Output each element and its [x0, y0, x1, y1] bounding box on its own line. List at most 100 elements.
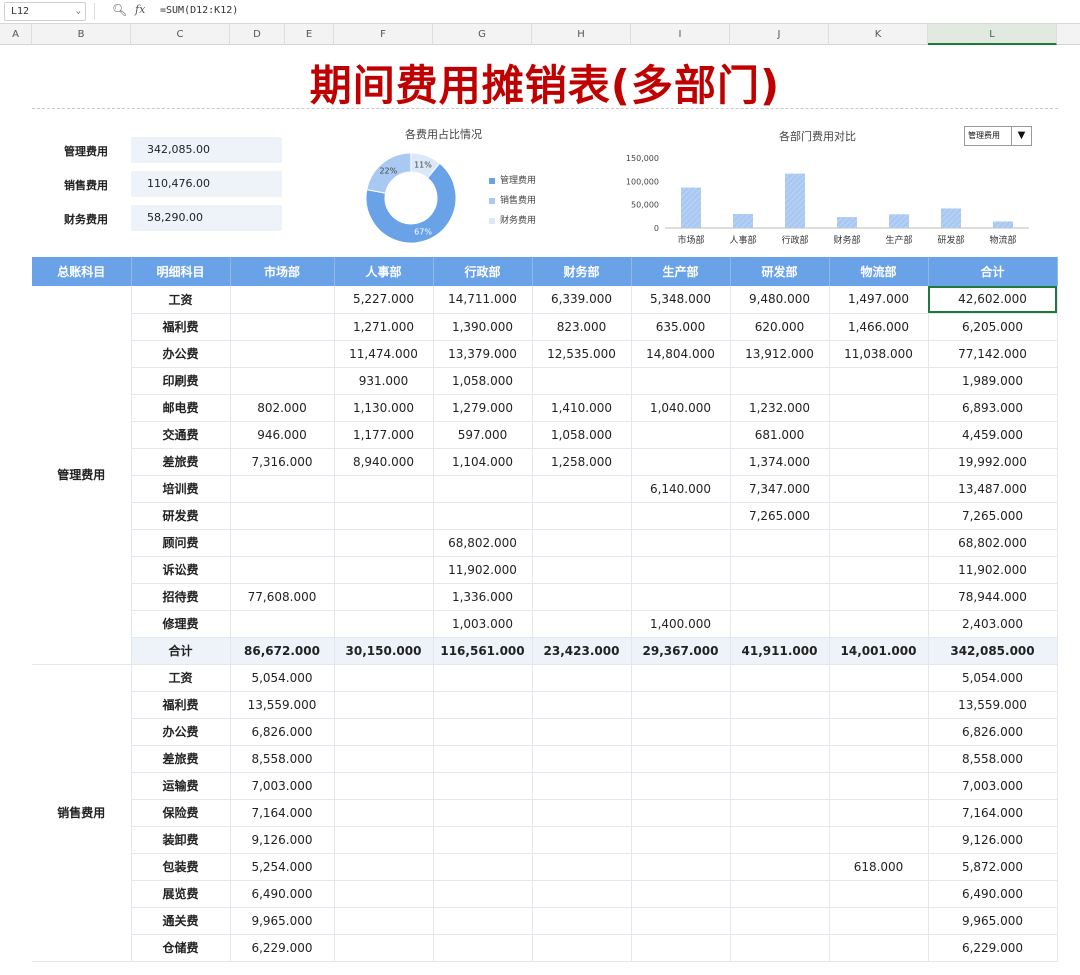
value-cell[interactable]: 78,944.000 — [928, 583, 1058, 611]
formula-input[interactable]: =SUM(D12:K12) — [160, 3, 238, 19]
subject-cell[interactable]: 研发费 — [131, 502, 231, 530]
subject-cell[interactable]: 培训费 — [131, 475, 231, 503]
value-cell[interactable]: 13,559.000 — [928, 691, 1058, 719]
value-cell[interactable] — [532, 556, 632, 584]
value-cell[interactable]: 6,339.000 — [532, 286, 632, 314]
value-cell[interactable]: 7,003.000 — [230, 772, 335, 800]
subject-cell[interactable]: 招待费 — [131, 583, 231, 611]
value-cell[interactable] — [532, 691, 632, 719]
subtotal-cell[interactable]: 86,672.000 — [230, 637, 335, 665]
chevron-down-icon[interactable]: ⌄ — [76, 3, 81, 20]
value-cell[interactable]: 11,474.000 — [334, 340, 434, 368]
value-cell[interactable]: 1,058.000 — [532, 421, 632, 449]
value-cell[interactable]: 1,374.000 — [730, 448, 830, 476]
column-header-l[interactable]: L — [928, 24, 1057, 45]
value-cell[interactable]: 11,038.000 — [829, 340, 929, 368]
value-cell[interactable]: 6,826.000 — [928, 718, 1058, 746]
value-cell[interactable] — [334, 664, 434, 692]
value-cell[interactable]: 1,390.000 — [433, 313, 533, 341]
value-cell[interactable] — [829, 691, 929, 719]
value-cell[interactable] — [433, 826, 533, 854]
value-cell[interactable] — [730, 907, 830, 935]
value-cell[interactable]: 19,992.000 — [928, 448, 1058, 476]
value-cell[interactable]: 1,104.000 — [433, 448, 533, 476]
value-cell[interactable]: 5,054.000 — [928, 664, 1058, 692]
value-cell[interactable]: 1,232.000 — [730, 394, 830, 422]
subject-cell[interactable]: 交通费 — [131, 421, 231, 449]
value-cell[interactable]: 7,347.000 — [730, 475, 830, 503]
value-cell[interactable]: 1,989.000 — [928, 367, 1058, 395]
value-cell[interactable] — [334, 610, 434, 638]
value-cell[interactable]: 12,535.000 — [532, 340, 632, 368]
value-cell[interactable]: 7,265.000 — [928, 502, 1058, 530]
subtotal-label[interactable]: 合计 — [131, 637, 231, 665]
value-cell[interactable]: 1,271.000 — [334, 313, 434, 341]
value-cell[interactable] — [532, 880, 632, 908]
value-cell[interactable] — [730, 772, 830, 800]
value-cell[interactable] — [631, 853, 731, 881]
subject-cell[interactable]: 办公费 — [131, 718, 231, 746]
value-cell[interactable] — [730, 529, 830, 557]
value-cell[interactable] — [730, 718, 830, 746]
value-cell[interactable]: 1,058.000 — [433, 367, 533, 395]
value-cell[interactable] — [334, 853, 434, 881]
subject-cell[interactable]: 诉讼费 — [131, 556, 231, 584]
value-cell[interactable]: 11,902.000 — [928, 556, 1058, 584]
value-cell[interactable]: 618.000 — [829, 853, 929, 881]
value-cell[interactable] — [631, 880, 731, 908]
column-header-d[interactable]: D — [230, 24, 285, 45]
value-cell[interactable] — [532, 826, 632, 854]
value-cell[interactable] — [334, 502, 434, 530]
value-cell[interactable]: 802.000 — [230, 394, 335, 422]
value-cell[interactable] — [433, 934, 533, 962]
value-cell[interactable] — [334, 799, 434, 827]
value-cell[interactable] — [730, 745, 830, 773]
subject-cell[interactable]: 福利费 — [131, 313, 231, 341]
subject-cell[interactable]: 工资 — [131, 286, 231, 314]
subject-cell[interactable]: 差旅费 — [131, 745, 231, 773]
value-cell[interactable] — [532, 583, 632, 611]
value-cell[interactable]: 9,480.000 — [730, 286, 830, 314]
value-cell[interactable]: 5,054.000 — [230, 664, 335, 692]
value-cell[interactable] — [532, 934, 632, 962]
value-cell[interactable]: 14,711.000 — [433, 286, 533, 314]
value-cell[interactable] — [334, 475, 434, 503]
value-cell[interactable] — [230, 313, 335, 341]
value-cell[interactable]: 13,912.000 — [730, 340, 830, 368]
value-cell[interactable] — [334, 772, 434, 800]
value-cell[interactable]: 1,400.000 — [631, 610, 731, 638]
value-cell[interactable]: 1,279.000 — [433, 394, 533, 422]
subtotal-cell[interactable]: 342,085.000 — [928, 637, 1058, 665]
value-cell[interactable]: 9,126.000 — [230, 826, 335, 854]
value-cell[interactable] — [532, 610, 632, 638]
value-cell[interactable]: 9,126.000 — [928, 826, 1058, 854]
summary-value[interactable]: 110,476.00 — [131, 171, 282, 197]
column-header-i[interactable]: I — [631, 24, 730, 45]
value-cell[interactable] — [631, 367, 731, 395]
column-header-b[interactable]: B — [32, 24, 131, 45]
value-cell[interactable] — [829, 934, 929, 962]
value-cell[interactable] — [631, 691, 731, 719]
value-cell[interactable] — [631, 502, 731, 530]
value-cell[interactable] — [631, 583, 731, 611]
value-cell[interactable] — [230, 367, 335, 395]
value-cell[interactable] — [730, 556, 830, 584]
value-cell[interactable] — [334, 880, 434, 908]
value-cell[interactable]: 5,348.000 — [631, 286, 731, 314]
value-cell[interactable]: 9,965.000 — [230, 907, 335, 935]
column-header-j[interactable]: J — [730, 24, 829, 45]
value-cell[interactable]: 597.000 — [433, 421, 533, 449]
value-cell[interactable]: 823.000 — [532, 313, 632, 341]
value-cell[interactable] — [532, 718, 632, 746]
value-cell[interactable]: 4,459.000 — [928, 421, 1058, 449]
value-cell[interactable] — [829, 880, 929, 908]
value-cell[interactable] — [433, 799, 533, 827]
value-cell[interactable]: 1,258.000 — [532, 448, 632, 476]
value-cell[interactable] — [829, 502, 929, 530]
value-cell[interactable] — [334, 718, 434, 746]
value-cell[interactable]: 1,040.000 — [631, 394, 731, 422]
value-cell[interactable] — [334, 556, 434, 584]
value-cell[interactable] — [829, 367, 929, 395]
value-cell[interactable]: 13,379.000 — [433, 340, 533, 368]
value-cell[interactable] — [631, 664, 731, 692]
